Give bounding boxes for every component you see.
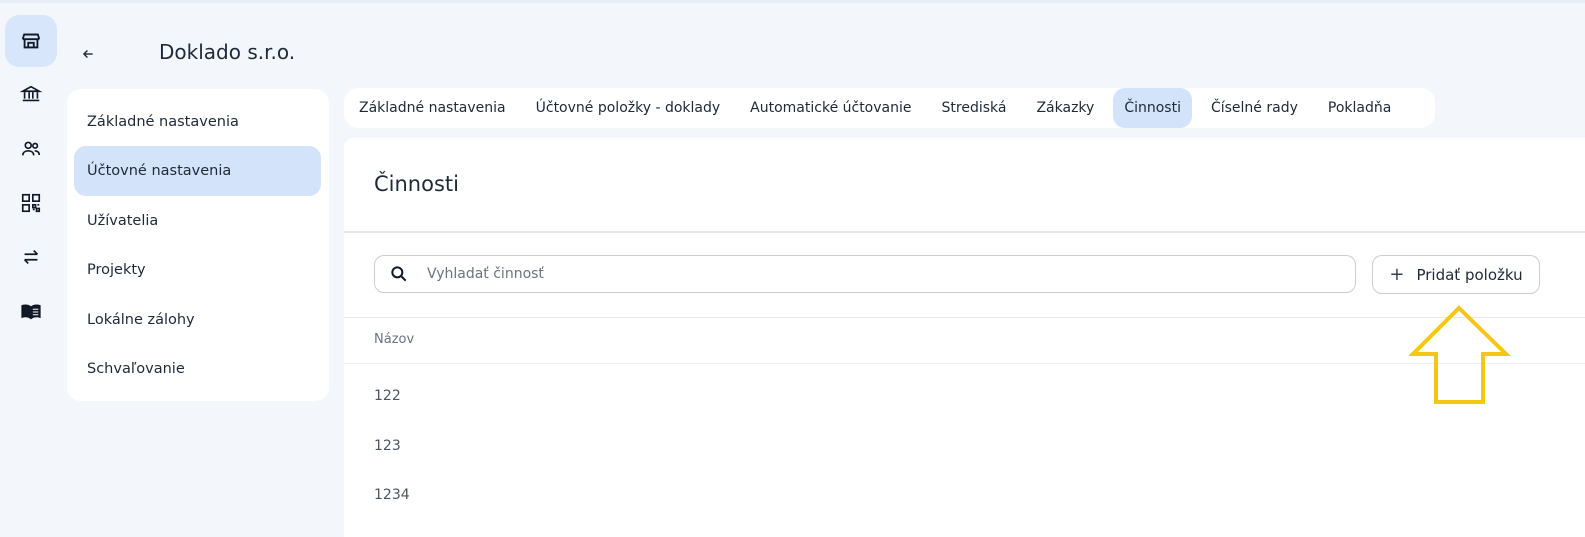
rail-item-qr[interactable]	[5, 177, 57, 229]
transfer-icon	[23, 249, 39, 265]
add-item-label: Pridať položku	[1416, 265, 1523, 284]
tab-cost-centers[interactable]: Strediská	[931, 88, 1018, 128]
activities-panel: Činnosti + Pridať položku Názov 122 123 …	[344, 138, 1585, 537]
menu-item-users[interactable]: Užívatelia	[74, 196, 321, 246]
table-row[interactable]: 123	[374, 438, 401, 454]
bank-icon	[20, 85, 42, 102]
tab-cash-register[interactable]: Pokladňa	[1317, 88, 1402, 128]
divider	[344, 231, 1585, 233]
rail-item-book[interactable]	[5, 286, 57, 338]
tab-orders[interactable]: Zákazky	[1025, 88, 1105, 128]
plus-icon: +	[1389, 264, 1405, 285]
search-box	[374, 255, 1356, 293]
table-row[interactable]: 1234	[374, 487, 410, 503]
menu-item-projects[interactable]: Projekty	[74, 245, 321, 295]
menu-item-local-backups[interactable]: Lokálne zálohy	[74, 295, 321, 345]
users-icon	[21, 141, 41, 156]
annotation-arrow-up-icon	[1409, 305, 1511, 404]
rail-item-transfer[interactable]	[5, 231, 57, 283]
table-row[interactable]: 122	[374, 388, 401, 404]
rail-item-bank[interactable]	[5, 68, 57, 120]
divider	[344, 317, 1585, 318]
nav-rail	[0, 0, 62, 537]
tab-accounting-items[interactable]: Účtovné položky - doklady	[525, 88, 732, 128]
tab-basic-settings[interactable]: Základné nastavenia	[348, 88, 517, 128]
rail-item-users[interactable]	[5, 123, 57, 175]
back-button[interactable]	[78, 44, 98, 64]
book-icon	[21, 304, 41, 320]
arrow-left-icon	[82, 50, 93, 58]
menu-item-accounting-settings[interactable]: Účtovné nastavenia	[74, 146, 321, 196]
search-icon	[391, 266, 407, 282]
divider	[344, 363, 1585, 364]
rail-item-store[interactable]	[5, 15, 57, 67]
tab-automatic-accounting[interactable]: Automatické účtovanie	[739, 88, 922, 128]
column-header-name: Názov	[374, 332, 415, 347]
menu-item-basic-settings[interactable]: Základné nastavenia	[74, 97, 321, 147]
store-icon	[21, 33, 41, 49]
top-strip	[0, 0, 1585, 3]
qr-code-icon	[21, 193, 41, 213]
add-item-button[interactable]: + Pridať položku	[1372, 255, 1540, 294]
menu-item-approval[interactable]: Schvaľovanie	[74, 344, 321, 394]
tab-activities[interactable]: Činnosti	[1113, 88, 1192, 128]
page-title: Činnosti	[374, 172, 459, 196]
search-input[interactable]	[425, 265, 1309, 283]
settings-tabs: Základné nastavenia Účtovné položky - do…	[344, 88, 1435, 128]
tab-number-series[interactable]: Číselné rady	[1200, 88, 1309, 128]
company-name: Doklado s.r.o.	[159, 40, 296, 64]
settings-menu: Základné nastavenia Účtovné nastavenia U…	[67, 89, 329, 401]
